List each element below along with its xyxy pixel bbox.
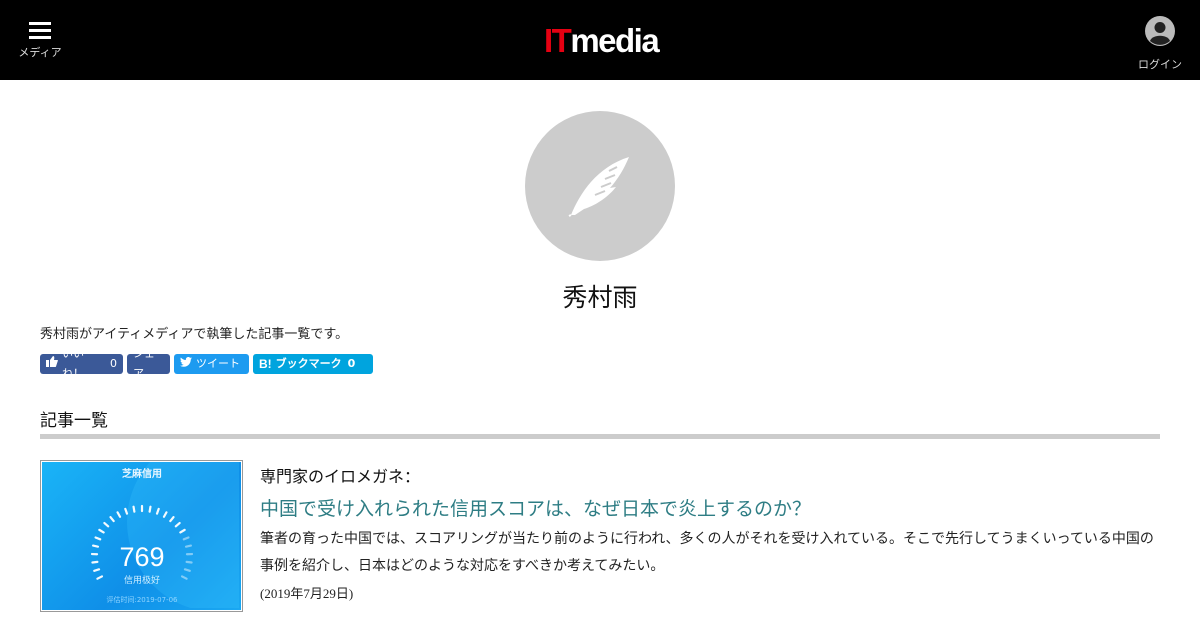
author-name: 秀村雨 [562, 283, 638, 312]
twitter-bird-icon [180, 354, 192, 374]
media-menu-label: メディア [18, 46, 62, 59]
gauge-dot [109, 516, 115, 523]
article-kicker: 専門家のイロメガネ： [260, 467, 421, 486]
gauge-dot [183, 568, 191, 572]
author-avatar [525, 111, 675, 261]
article-date: (2019年7月29日) [260, 586, 354, 601]
thumbs-up-icon [46, 354, 58, 374]
like-count: 0 [110, 357, 117, 370]
credit-score-image: 芝麻信用 769 信用极好 评估时间:2019-07-06 [42, 462, 241, 610]
gauge-dot [91, 544, 100, 548]
gauge-dot [185, 560, 193, 564]
article-summary: 筆者の育った中国では、スコアリングが当たり前のように行われ、多くの人がそれを受け… [260, 531, 1154, 574]
itmedia-logo[interactable]: ITmedia [544, 24, 660, 58]
article-list-heading: 記事一覧 [40, 411, 108, 431]
login-label: ログイン [1138, 58, 1182, 71]
media-menu-button[interactable]: メディア [14, 20, 66, 60]
gauge-dot [103, 521, 110, 528]
gauge-dot [184, 544, 193, 548]
quill-pen-icon [568, 157, 629, 217]
site-header: メディア ITmedia ログイン [0, 0, 1200, 80]
share-label: シェア [133, 347, 155, 380]
article-title-link[interactable]: 中国で受け入れられた信用スコアは、なぜ日本で炎上するのか？ [260, 494, 811, 521]
gauge-dot [91, 560, 99, 564]
login-button[interactable]: ログイン [1132, 16, 1188, 72]
tweet-button[interactable]: ツイート [174, 354, 249, 374]
facebook-like-button[interactable]: いいね！ 0 [40, 347, 123, 380]
share-buttons: いいね！ 0 シェア ツイート B! ブックマーク 0 [40, 347, 373, 380]
facebook-share-button[interactable]: シェア [127, 347, 170, 380]
section-divider [40, 434, 1160, 439]
hamburger-icon [29, 20, 51, 39]
user-avatar-icon [1145, 16, 1175, 46]
thumbnail-app-name: 芝麻信用 [122, 467, 162, 480]
hatena-b-icon: B! [259, 357, 272, 371]
bookmark-count: 0 [347, 357, 356, 370]
gauge-dot [98, 528, 105, 534]
thumbnail-score: 769 [119, 542, 164, 572]
gauge-dot [94, 536, 102, 541]
gauge-dot [116, 511, 122, 518]
gauge-dot [132, 505, 136, 513]
gauge-dot [124, 507, 129, 515]
gauge-dot [93, 568, 101, 572]
thumbnail-eval-time: 评估时间:2019-07-06 [106, 595, 178, 604]
article-thumbnail[interactable]: 芝麻信用 769 信用极好 评估时间:2019-07-06 [40, 460, 243, 612]
like-label: いいね！ [62, 347, 84, 380]
gauge-dot [96, 575, 104, 580]
bookmark-label: ブックマーク [275, 357, 342, 370]
hatena-bookmark-button[interactable]: B! ブックマーク 0 [253, 354, 373, 374]
author-description: 秀村雨がアイティメディアで執筆した記事一覧です。 [40, 327, 349, 342]
thumbnail-rating: 信用极好 [124, 574, 160, 586]
tweet-label: ツイート [196, 357, 240, 370]
gauge-dot [148, 505, 152, 513]
